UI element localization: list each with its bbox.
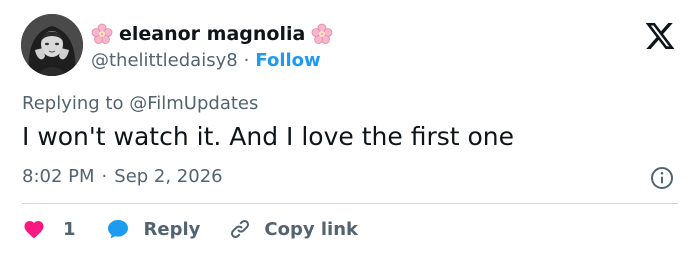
tweet-text: I won't watch it. And I love the first o… (22, 122, 515, 151)
user-handle[interactable]: @thelittledaisy8 (91, 50, 238, 71)
separator-dot: · (243, 49, 250, 71)
avatar-photo (21, 14, 83, 76)
action-bar: 1 Reply Copy link (22, 214, 358, 244)
tweet-date[interactable]: Sep 2, 2026 (114, 166, 222, 187)
tweet-card: eleanor magnolia @thelittledaisy8 · Foll… (0, 0, 700, 256)
timestamp-row[interactable]: 8:02 PM · Sep 2, 2026 (22, 166, 223, 187)
copy-link-button[interactable]: Copy link (228, 217, 358, 241)
cherry-blossom-icon (311, 23, 333, 45)
tweet-time[interactable]: 8:02 PM (22, 166, 95, 187)
reply-label: Reply (143, 218, 201, 240)
reply-button[interactable]: Reply (106, 217, 201, 241)
avatar[interactable] (21, 14, 83, 76)
separator-dot: · (101, 166, 108, 187)
display-name[interactable]: eleanor magnolia (119, 23, 305, 45)
follow-button[interactable]: Follow (255, 50, 320, 71)
speech-bubble-icon (107, 220, 128, 239)
copy-link-label: Copy link (264, 218, 358, 240)
like-count: 1 (63, 218, 76, 240)
info-icon[interactable] (650, 166, 674, 190)
heart-icon (24, 221, 44, 239)
like-button[interactable]: 1 (22, 217, 76, 241)
author-name-row: eleanor magnolia (91, 21, 333, 47)
replying-to-line: Replying to @FilmUpdates (22, 93, 258, 114)
link-icon (231, 219, 250, 239)
reply-mention-link[interactable]: @FilmUpdates (129, 93, 258, 114)
replying-prefix: Replying to (22, 93, 124, 114)
cherry-blossom-icon (91, 23, 113, 45)
handle-row: @thelittledaisy8 · Follow (91, 48, 321, 72)
x-logo-icon[interactable] (644, 20, 676, 52)
divider (22, 203, 678, 204)
